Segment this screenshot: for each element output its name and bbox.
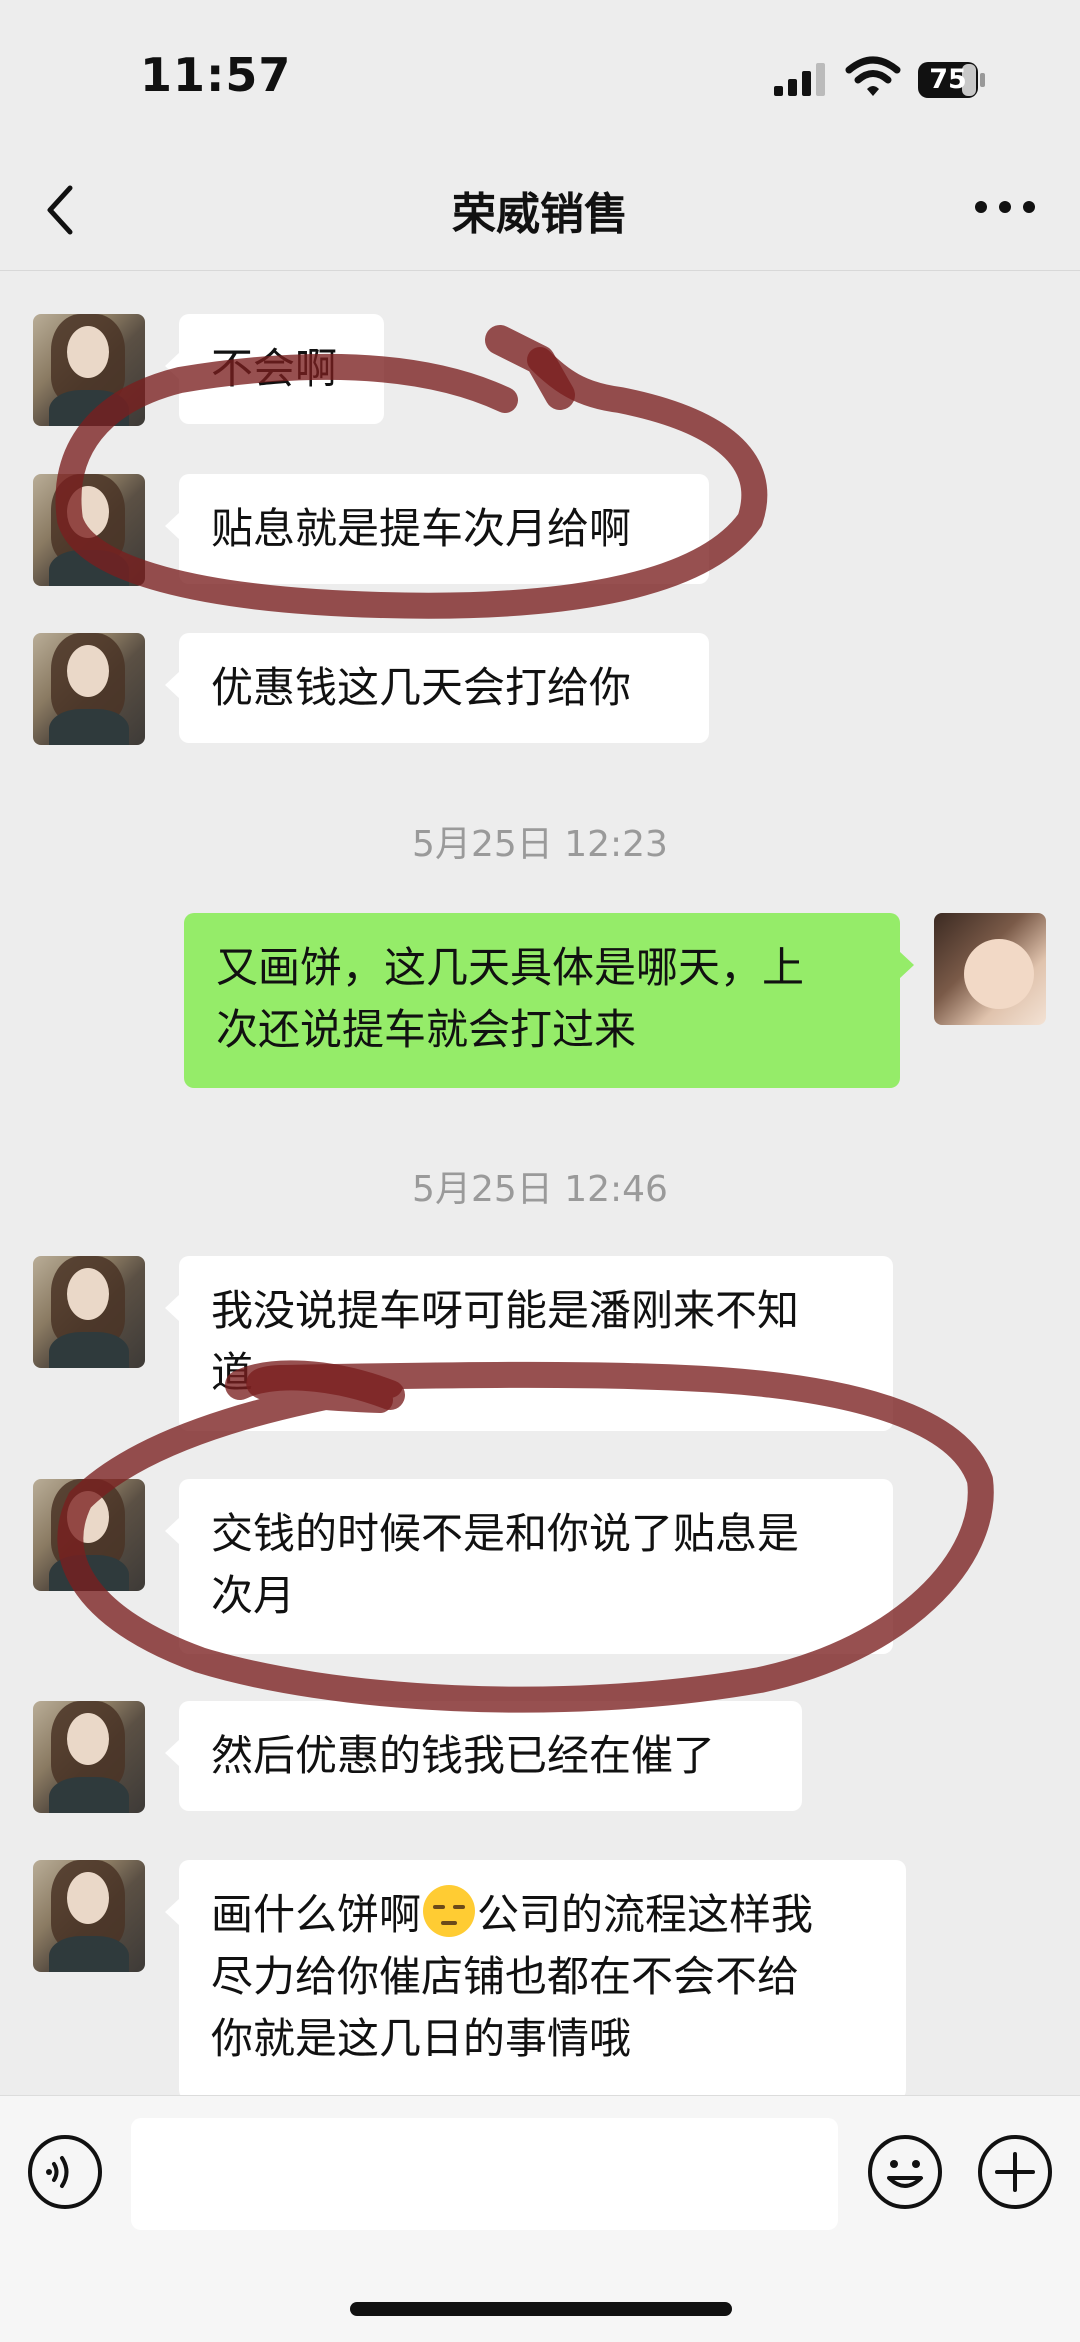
message-bubble-self[interactable]: 又画饼，这几天具体是哪天，上 次还说提车就会打过来 [184,913,914,1088]
smiley-icon[interactable] [867,2134,943,2210]
message-text: 然后优惠的钱我已经在催了 [211,1731,716,1780]
status-time: 11:57 [140,48,292,102]
message-bubble[interactable]: 画什么饼啊 公司的流程这样我 尽力给你催店铺也都在不会不给 你就是这几日的事情哦 [165,1860,906,2100]
message-text: 画什么饼啊 [211,1890,422,1939]
wifi-icon [845,56,901,96]
timestamp: 5月25日 12:46 [412,1169,668,1210]
message-bubble[interactable]: 交钱的时候不是和你说了贴息是 次月 [165,1479,893,1654]
more-dots-icon[interactable] [974,200,1036,214]
message-text: 你就是这几日的事情哦 [211,2014,632,2063]
battery-level: 75 [929,64,967,95]
pensive-face-emoji-icon [423,1885,476,1937]
message-text: 次还说提车就会打过来 [216,1005,637,1054]
avatar[interactable] [33,1860,145,1972]
message-text: 道 [211,1348,254,1397]
message-text: 尽力给你催店铺也都在不会不给 [211,1952,800,2001]
page-title: 荣威销售 [452,189,628,240]
avatar[interactable] [33,1256,145,1368]
nav-bar: 荣威销售 [0,150,1080,271]
message-text: 贴息就是提车次月给啊 [211,504,632,553]
voice-icon[interactable] [27,2134,103,2210]
status-bar: 11:57 75 [0,0,1080,150]
home-indicator [350,2302,732,2316]
message-text: 次月 [211,1571,296,1620]
message-text: 不会啊 [211,344,338,393]
signal-icon [774,63,825,96]
plus-circle-icon[interactable] [977,2134,1053,2210]
avatar-self[interactable] [934,913,1046,1025]
message-line: 画什么饼啊 公司的流程这样我 [211,1884,874,1946]
annotation-tail-1 [485,325,575,410]
avatar[interactable] [33,633,145,745]
message-bubble[interactable]: 我没说提车呀可能是潘刚来不知 道 [165,1256,893,1431]
message-bubble[interactable]: 贴息就是提车次月给啊 [165,474,709,584]
avatar[interactable] [33,1701,145,1813]
message-text: 优惠钱这几天会打给你 [211,663,632,712]
message-bubble[interactable]: 不会啊 [165,314,384,424]
message-text: 公司的流程这样我 [477,1890,814,1939]
timestamp: 5月25日 12:23 [412,824,668,865]
avatar[interactable] [33,314,145,426]
message-bubble[interactable]: 优惠钱这几天会打给你 [165,633,709,743]
message-bubble[interactable]: 然后优惠的钱我已经在催了 [165,1701,802,1811]
avatar[interactable] [33,1479,145,1591]
avatar[interactable] [33,474,145,586]
message-text: 我没说提车呀可能是潘刚来不知 [211,1286,800,1335]
message-text: 交钱的时候不是和你说了贴息是 [211,1509,800,1558]
chat-screen: 11:57 75 荣威销售 不会啊 贴息就是提车次月给啊 优惠钱这几天会打给你 … [0,0,1080,2342]
message-input[interactable] [131,2118,838,2230]
message-text: 又画饼，这几天具体是哪天，上 [216,943,805,992]
